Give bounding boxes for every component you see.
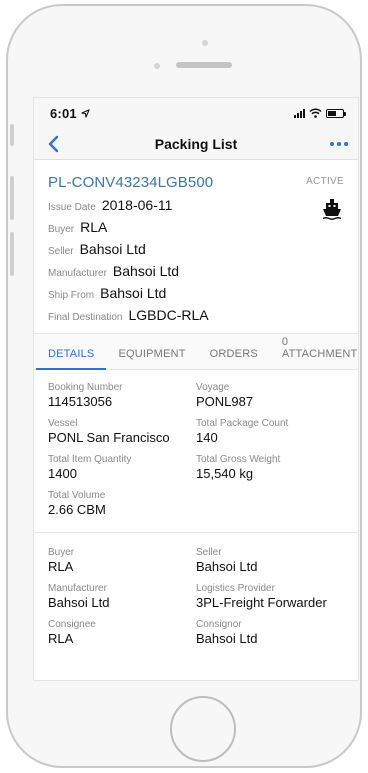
proximity-sensor bbox=[154, 63, 160, 69]
party-consignee: Consignee RLA bbox=[48, 619, 196, 647]
field-value: 2018-06-11 bbox=[101, 197, 173, 213]
parties-section: Buyer RLA Seller Bahsoi Ltd Manufacturer… bbox=[34, 533, 358, 661]
detail-value: 140 bbox=[196, 430, 218, 445]
detail-value: 2.66 CBM bbox=[48, 502, 106, 517]
front-camera bbox=[202, 40, 208, 46]
field-value: LGBDC-RLA bbox=[128, 307, 209, 323]
wifi-icon bbox=[309, 108, 322, 118]
party-value: 3PL-Freight Forwarder bbox=[196, 595, 327, 610]
field-label: Issue Date bbox=[48, 202, 96, 213]
field-value: Bahsoi Ltd bbox=[112, 263, 180, 279]
party-value: Bahsoi Ltd bbox=[196, 631, 258, 646]
party-label: Logistics Provider bbox=[196, 583, 275, 594]
field-value: Bahsoi Ltd bbox=[79, 241, 146, 257]
party-consignor: Consignor Bahsoi Ltd bbox=[196, 619, 344, 647]
party-label: Consignee bbox=[48, 619, 96, 630]
field-ship-from: Ship From Bahsoi Ltd bbox=[48, 285, 344, 301]
ship-icon bbox=[322, 199, 342, 220]
detail-booking-number: Booking Number 114513056 bbox=[48, 382, 196, 410]
volume-up-button bbox=[10, 176, 14, 220]
detail-value: 114513056 bbox=[48, 394, 113, 409]
status-badge: ACTIVE bbox=[306, 176, 344, 187]
detail-label: Booking Number bbox=[48, 382, 123, 393]
battery-icon bbox=[326, 108, 346, 118]
party-manufacturer: Manufacturer Bahsoi Ltd bbox=[48, 583, 196, 611]
detail-total-volume: Total Volume 2.66 CBM bbox=[48, 490, 196, 518]
page-title: Packing List bbox=[154, 135, 238, 152]
field-seller: Seller Bahsoi Ltd bbox=[48, 241, 344, 257]
status-left: 6:01 bbox=[50, 106, 90, 121]
detail-total-gross-weight: Total Gross Weight 15,540 kg bbox=[196, 454, 344, 482]
tab-details[interactable]: DETAILS bbox=[36, 348, 107, 370]
party-value: RLA bbox=[48, 631, 74, 646]
back-button[interactable] bbox=[42, 132, 64, 156]
navigation-bar: Packing List bbox=[34, 128, 358, 160]
tab-equipment[interactable]: EQUIPMENT bbox=[106, 348, 197, 369]
party-value: Bahsoi Ltd bbox=[196, 559, 258, 574]
detail-label: Total Package Count bbox=[196, 418, 289, 429]
location-arrow-icon bbox=[81, 108, 90, 118]
details-section: Booking Number 114513056 Voyage PONL987 … bbox=[34, 370, 358, 533]
home-button[interactable] bbox=[170, 696, 236, 762]
party-seller: Seller Bahsoi Ltd bbox=[196, 547, 344, 575]
field-label: Final Destination bbox=[48, 312, 123, 323]
field-issue-date: Issue Date 2018-06-11 bbox=[48, 197, 344, 213]
document-id: PL-CONV43234LGB500 bbox=[48, 174, 214, 191]
document-header: PL-CONV43234LGB500 ACTIVE Issue Date 201… bbox=[34, 160, 358, 334]
detail-label: Total Item Quantity bbox=[48, 454, 132, 465]
detail-label: Total Volume bbox=[48, 490, 106, 501]
field-label: Ship From bbox=[48, 290, 95, 301]
detail-value: 15,540 kg bbox=[196, 466, 254, 481]
tab-attachments[interactable]: 0 ATTACHMENTS bbox=[270, 336, 358, 369]
detail-label: Voyage bbox=[196, 382, 230, 393]
field-label: Buyer bbox=[48, 224, 75, 235]
volume-down-button bbox=[10, 232, 14, 276]
field-final-destination: Final Destination LGBDC-RLA bbox=[48, 307, 344, 323]
party-label: Buyer bbox=[48, 547, 75, 558]
chevron-left-icon bbox=[48, 135, 58, 153]
status-icons bbox=[294, 108, 346, 118]
detail-value: PONL987 bbox=[196, 394, 254, 409]
field-manufacturer: Manufacturer Bahsoi Ltd bbox=[48, 263, 344, 279]
party-value: Bahsoi Ltd bbox=[48, 595, 110, 610]
app-screen: 6:01 Packing List PL-CONV43234LGB500 ACT… bbox=[33, 97, 359, 681]
detail-total-item-quantity: Total Item Quantity 1400 bbox=[48, 454, 196, 482]
detail-value: 1400 bbox=[48, 466, 77, 481]
tab-orders[interactable]: ORDERS bbox=[198, 348, 270, 369]
detail-value: PONL San Francisco bbox=[48, 430, 170, 445]
detail-label: Vessel bbox=[48, 418, 78, 429]
party-logistics-provider: Logistics Provider 3PL-Freight Forwarder bbox=[196, 583, 344, 611]
status-time: 6:01 bbox=[50, 105, 77, 121]
detail-voyage: Voyage PONL987 bbox=[196, 382, 344, 410]
party-buyer: Buyer RLA bbox=[48, 547, 196, 575]
detail-total-package-count: Total Package Count 140 bbox=[196, 418, 344, 446]
detail-vessel: Vessel PONL San Francisco bbox=[48, 418, 196, 446]
more-options-button[interactable] bbox=[330, 134, 348, 154]
field-label: Seller bbox=[48, 246, 74, 257]
party-label: Consignor bbox=[196, 619, 242, 630]
more-dots-icon bbox=[330, 142, 334, 146]
field-buyer: Buyer RLA bbox=[48, 219, 344, 235]
status-bar: 6:01 bbox=[34, 98, 358, 128]
detail-label: Total Gross Weight bbox=[196, 454, 281, 465]
earpiece-speaker bbox=[176, 62, 232, 68]
field-value: Bahsoi Ltd bbox=[100, 285, 167, 301]
party-label: Seller bbox=[196, 547, 222, 558]
tab-bar: DETAILS EQUIPMENT ORDERS 0 ATTACHMENTS bbox=[34, 334, 358, 370]
field-value: RLA bbox=[80, 219, 108, 235]
field-label: Manufacturer bbox=[48, 268, 107, 279]
mute-switch bbox=[10, 124, 14, 146]
party-label: Manufacturer bbox=[48, 583, 107, 594]
cellular-signal-icon bbox=[294, 108, 305, 118]
party-value: RLA bbox=[48, 559, 74, 574]
